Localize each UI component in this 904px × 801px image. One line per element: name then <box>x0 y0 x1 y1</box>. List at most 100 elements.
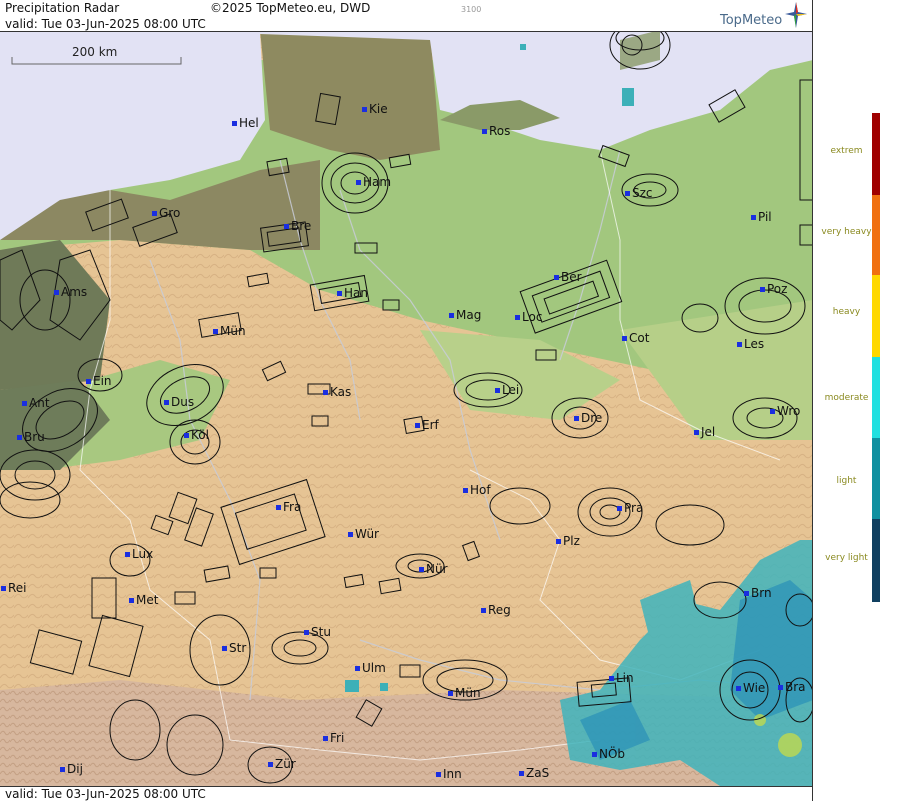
city-label[interactable]: Köl <box>184 428 209 442</box>
city-dot-icon <box>515 315 520 320</box>
city-dot-icon <box>449 313 454 318</box>
city-label[interactable]: Reg <box>481 603 511 617</box>
city-dot-icon <box>323 390 328 395</box>
city-label[interactable]: Hof <box>463 483 491 497</box>
legend-label-moderate: moderate <box>824 393 869 403</box>
city-label[interactable]: Ams <box>54 285 87 299</box>
precipitation-legend: extrem very heavy heavy moderate light v… <box>813 0 904 801</box>
city-label[interactable]: Ant <box>22 396 50 410</box>
city-label[interactable]: Les <box>737 337 764 351</box>
legend-label-heavy: heavy <box>832 307 861 317</box>
city-dot-icon <box>609 676 614 681</box>
city-label[interactable]: Han <box>337 286 368 300</box>
city-label[interactable]: Bra <box>778 680 806 694</box>
city-label[interactable]: Dij <box>60 762 83 776</box>
city-dot-icon <box>60 767 65 772</box>
topmeteo-logo-icon[interactable] <box>785 2 807 28</box>
city-dot-icon <box>751 215 756 220</box>
city-dot-icon <box>323 736 328 741</box>
city-dot-icon <box>17 435 22 440</box>
city-label[interactable]: Hel <box>232 116 259 130</box>
city-label[interactable]: Ros <box>482 124 510 138</box>
city-dot-icon <box>495 388 500 393</box>
city-dot-icon <box>268 762 273 767</box>
city-dot-icon <box>463 488 468 493</box>
city-label[interactable]: Nür <box>419 562 448 576</box>
city-label[interactable]: Ulm <box>355 661 386 675</box>
city-dot-icon <box>129 598 134 603</box>
city-label[interactable]: Kie <box>362 102 388 116</box>
city-label[interactable]: Str <box>222 641 246 655</box>
city-dot-icon <box>481 608 486 613</box>
city-dot-icon <box>152 211 157 216</box>
city-dot-icon <box>415 423 420 428</box>
city-label[interactable]: Inn <box>436 767 462 781</box>
city-label[interactable]: Ham <box>356 175 391 189</box>
city-dot-icon <box>556 539 561 544</box>
legend-label-very-heavy: very heavy <box>821 227 872 237</box>
city-label[interactable]: Stu <box>304 625 331 639</box>
city-dot-icon <box>760 287 765 292</box>
city-label[interactable]: Kas <box>323 385 351 399</box>
city-dot-icon <box>284 224 289 229</box>
city-label[interactable]: Met <box>129 593 158 607</box>
city-label[interactable]: Rei <box>1 581 27 595</box>
city-label[interactable]: Mün <box>213 324 246 338</box>
city-label[interactable]: Ein <box>86 374 112 388</box>
city-label[interactable]: Lux <box>125 547 153 561</box>
city-label[interactable]: Dre <box>574 411 602 425</box>
legend-label-light: light <box>836 476 857 486</box>
city-dot-icon <box>86 379 91 384</box>
city-dot-icon <box>744 591 749 596</box>
city-dot-icon <box>1 586 6 591</box>
city-dot-icon <box>482 129 487 134</box>
city-label[interactable]: Bru <box>17 430 45 444</box>
city-label[interactable]: Gro <box>152 206 180 220</box>
city-label[interactable]: Cot <box>622 331 649 345</box>
city-label[interactable]: Lin <box>609 671 634 685</box>
city-label[interactable]: Wie <box>736 681 765 695</box>
city-dot-icon <box>362 107 367 112</box>
city-label[interactable]: Mün <box>448 686 481 700</box>
city-label[interactable]: Lei <box>495 383 519 397</box>
city-dot-icon <box>337 291 342 296</box>
city-label[interactable]: Zür <box>268 757 296 771</box>
valid-time-top: valid: Tue 03-Jun-2025 08:00 UTC <box>5 17 206 31</box>
city-dot-icon <box>164 400 169 405</box>
city-label[interactable]: Erf <box>415 418 439 432</box>
city-dot-icon <box>617 506 622 511</box>
city-label[interactable]: Bre <box>284 219 311 233</box>
city-dot-icon <box>304 630 309 635</box>
city-label[interactable]: Pra <box>617 501 643 515</box>
city-label[interactable]: Brn <box>744 586 772 600</box>
city-label[interactable]: Szc <box>625 186 653 200</box>
city-label[interactable]: Plz <box>556 534 580 548</box>
city-label[interactable]: Poz <box>760 282 787 296</box>
city-dot-icon <box>519 771 524 776</box>
city-dot-icon <box>419 567 424 572</box>
legend-label-very-light: very light <box>825 553 868 563</box>
city-label[interactable]: Loc <box>515 310 542 324</box>
city-label[interactable]: Pil <box>751 210 772 224</box>
radar-map[interactable]: 200 km Precipitation Radar valid: Tue 03… <box>0 0 813 801</box>
city-dot-icon <box>574 416 579 421</box>
city-dot-icon <box>737 342 742 347</box>
city-dot-icon <box>622 336 627 341</box>
map-title: Precipitation Radar <box>5 1 120 15</box>
city-label[interactable]: Mag <box>449 308 481 322</box>
valid-time-bottom: valid: Tue 03-Jun-2025 08:00 UTC <box>5 787 206 801</box>
city-label[interactable]: Wro <box>770 404 800 418</box>
city-label[interactable]: Fra <box>276 500 301 514</box>
city-label[interactable]: NÖb <box>592 747 625 761</box>
city-dot-icon <box>276 505 281 510</box>
brand-name[interactable]: TopMeteo <box>720 13 782 28</box>
city-label[interactable]: Wür <box>348 527 379 541</box>
city-label[interactable]: Ber <box>554 270 582 284</box>
city-dot-icon <box>448 691 453 696</box>
city-label[interactable]: Fri <box>323 731 344 745</box>
city-label[interactable]: Jel <box>694 425 715 439</box>
city-label[interactable]: ZaS <box>519 766 549 780</box>
city-label[interactable]: Dus <box>164 395 194 409</box>
city-dot-icon <box>222 646 227 651</box>
city-dot-icon <box>184 433 189 438</box>
